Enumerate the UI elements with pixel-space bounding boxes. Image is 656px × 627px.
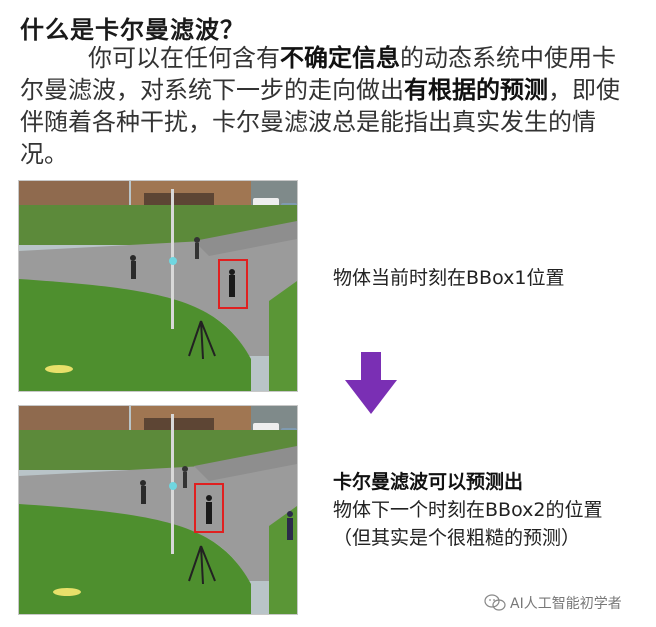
arrow-down-icon (345, 352, 397, 414)
caption-predicted: 卡尔曼滤波可以预测出 物体下一个时刻在BBox2的位置 （但其实是个很粗糙的预测… (333, 468, 602, 552)
intro-paragraph: 你可以在任何含有不确定信息的动态系统中使用卡尔曼滤波，对系统下一步的走向做出有根… (20, 42, 620, 170)
scene-illustration (19, 406, 297, 614)
caption-predicted-line-2: 物体下一个时刻在BBox2的位置 (333, 499, 603, 521)
intro-bold-1: 不确定信息 (280, 44, 400, 72)
intro-bold-2: 有根据的预测 (404, 76, 548, 104)
page-title: 什么是卡尔曼滤波？ (20, 16, 245, 44)
scene-illustration (19, 181, 297, 391)
scene-photo-predicted (18, 405, 298, 615)
caption-current: 物体当前时刻在BBox1位置 (333, 267, 565, 289)
wechat-icon (484, 594, 506, 611)
scene-photo-current (18, 180, 298, 392)
caption-predicted-line-1: 卡尔曼滤波可以预测出 (333, 471, 524, 493)
watermark: AI人工智能初学者 (484, 593, 622, 613)
watermark-text: AI人工智能初学者 (510, 596, 622, 612)
caption-predicted-line-3: （但其实是个很粗糙的预测） (333, 527, 581, 549)
intro-text-1: 你可以在任何含有 (88, 44, 280, 72)
